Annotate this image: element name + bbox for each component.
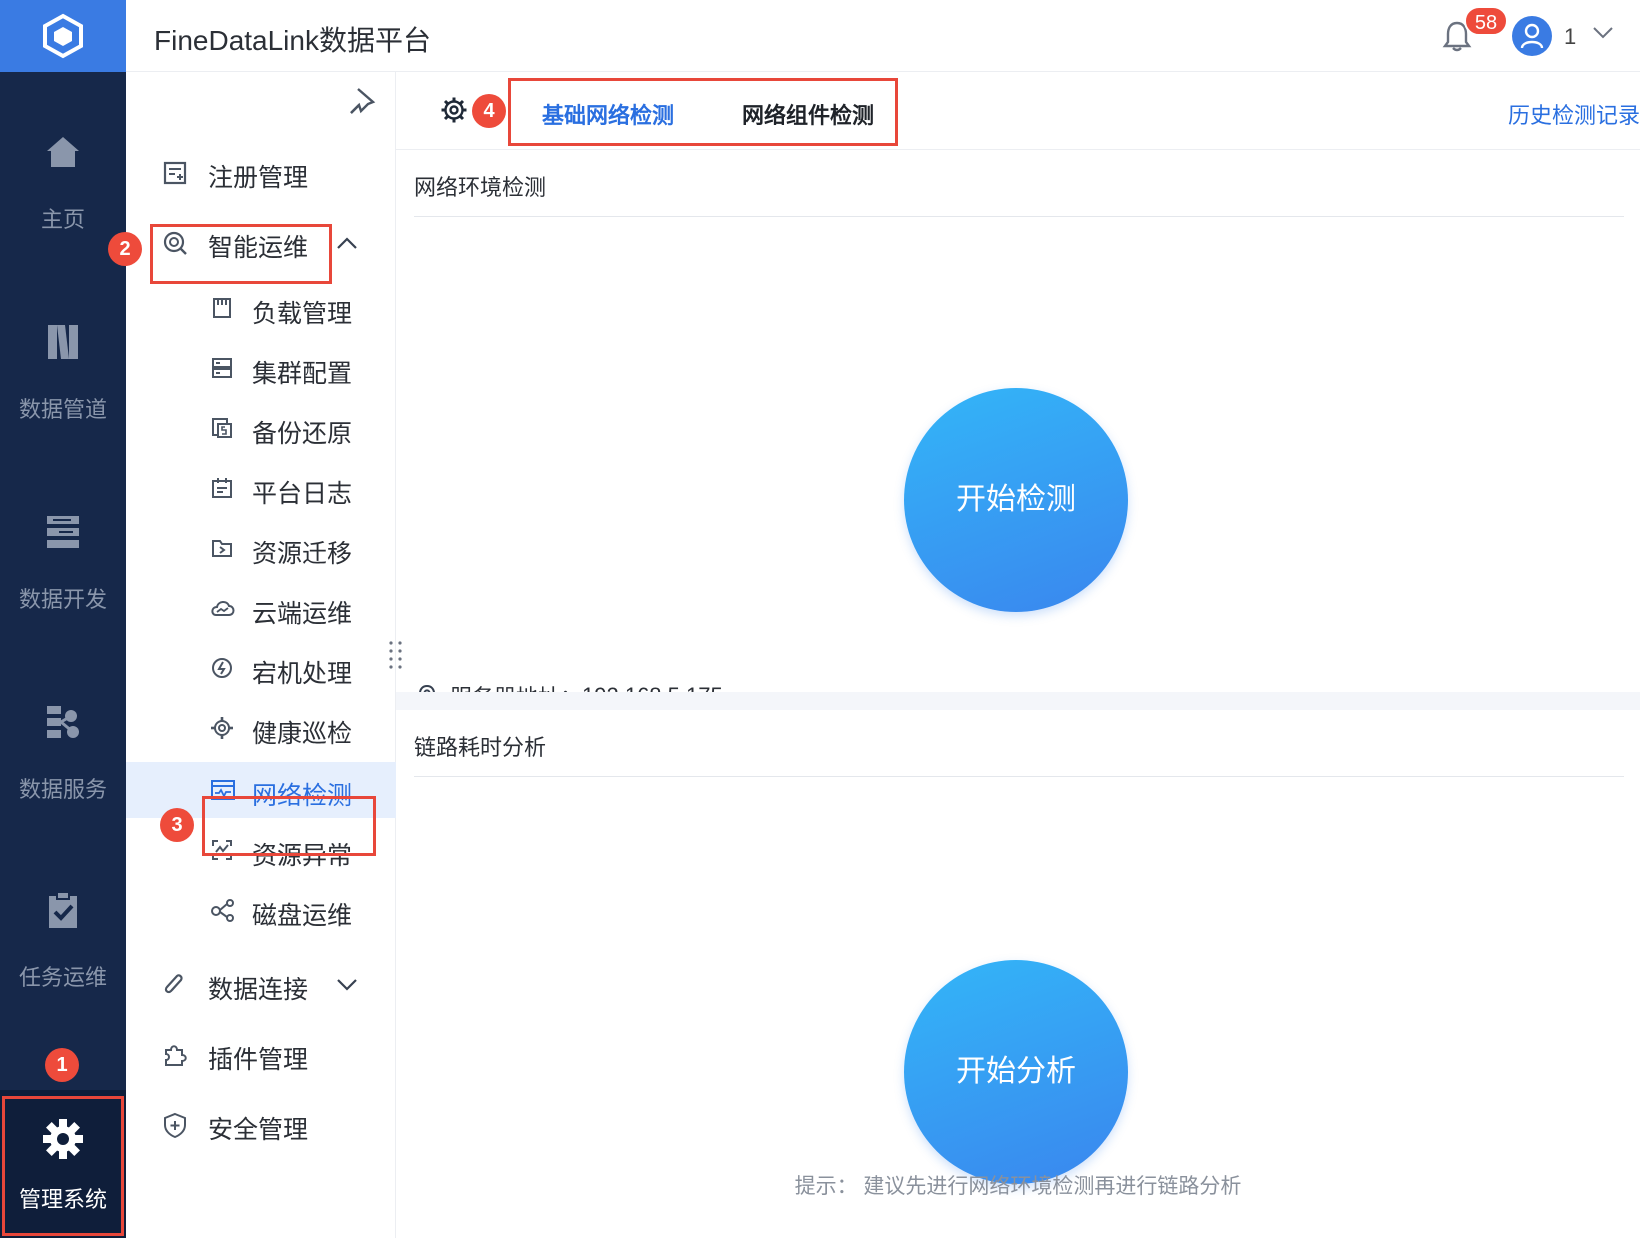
menu-sub-item-logs[interactable]: 平台日志 <box>126 460 396 516</box>
menu-item-label: 磁盘运维 <box>252 902 353 930</box>
annotation-marker: 3 <box>160 808 194 842</box>
menu-item-security[interactable]: 安全管理 <box>126 1096 396 1152</box>
app-logo[interactable] <box>0 0 126 72</box>
menu-item-data-connection[interactable]: 数据连接 <box>126 956 396 1012</box>
logo-icon <box>43 13 83 59</box>
menu-sub-item-disk[interactable]: 磁盘运维 <box>126 882 396 938</box>
menu-item-label: 健康巡检 <box>252 720 353 748</box>
settings-icon[interactable] <box>440 96 468 124</box>
annotation-box <box>150 224 332 284</box>
start-detection-button[interactable]: 开始检测 <box>904 388 1128 612</box>
menu-item-label: 安全管理 <box>208 1116 309 1144</box>
backup-icon <box>212 418 232 438</box>
data-service-icon <box>47 706 79 738</box>
history-link[interactable]: 历史检测记录 <box>1508 98 1640 130</box>
rail-item-task-ops[interactable]: 任务运维 <box>0 890 126 992</box>
hint-text: 提示： 建议先进行网络环境检测再进行链路分析 <box>794 1175 1242 1198</box>
shield-icon <box>164 1112 186 1138</box>
register-icon <box>163 161 187 185</box>
annotation-marker: 2 <box>108 232 142 266</box>
lightning-icon <box>212 658 232 678</box>
menu-sub-item-migration[interactable]: 资源迁移 <box>126 520 396 576</box>
rail-item-home[interactable]: 主页 <box>0 132 126 234</box>
paperclip-icon <box>164 974 183 994</box>
rail-label: 数据管道 <box>18 397 107 422</box>
rail-item-pipeline[interactable]: 数据管道 <box>0 322 126 424</box>
menu-sub-item-load[interactable]: 负载管理 <box>126 280 396 336</box>
pin-icon[interactable] <box>348 86 376 116</box>
pipeline-icon <box>48 325 78 359</box>
home-icon <box>47 137 79 167</box>
annotation-marker: 4 <box>472 94 506 128</box>
annotation-marker: 1 <box>45 1048 79 1082</box>
menu-item-label: 集群配置 <box>252 360 353 388</box>
notification-badge: 58 <box>1464 6 1508 36</box>
top-bar: FineDataLink数据平台 58 1 <box>126 0 1640 72</box>
menu-item-label: 注册管理 <box>208 164 309 192</box>
menu-item-label: 备份还原 <box>252 420 353 448</box>
menu-sub-item-crash[interactable]: 宕机处理 <box>126 640 396 696</box>
data-dev-icon <box>47 516 79 548</box>
calendar-icon <box>212 478 232 498</box>
link-latency-section: 链路耗时分析 开始分析 <box>396 710 1640 1238</box>
annotation-box <box>202 796 376 856</box>
menu-item-label: 宕机处理 <box>252 660 353 688</box>
menu-sub-item-cluster[interactable]: 集群配置 <box>126 340 396 396</box>
chevron-up-icon[interactable] <box>336 236 358 250</box>
cluster-icon <box>212 358 232 378</box>
rail-item-data-service[interactable]: 数据服务 <box>0 702 126 804</box>
cloud-icon <box>211 601 235 616</box>
menu-item-label: 数据连接 <box>208 976 309 1004</box>
rail-label: 主页 <box>40 207 85 232</box>
task-ops-icon <box>49 891 77 928</box>
settings-icon <box>211 717 233 739</box>
annotation-box <box>2 1096 124 1236</box>
section-title: 网络环境检测 <box>414 175 547 200</box>
chevron-down-icon[interactable] <box>336 978 358 992</box>
user-name[interactable]: 1 <box>1564 24 1576 50</box>
disk-ops-icon <box>211 899 234 922</box>
start-analysis-button[interactable]: 开始分析 <box>904 960 1128 1184</box>
divider <box>414 216 1624 217</box>
menu-item-label: 负载管理 <box>252 300 353 328</box>
menu-item-label: 平台日志 <box>252 480 353 508</box>
rail-label: 数据开发 <box>18 587 107 612</box>
avatar[interactable] <box>1512 16 1552 56</box>
section-gap <box>396 692 1640 710</box>
menu-sub-item-backup[interactable]: 备份还原 <box>126 400 396 456</box>
load-icon <box>213 298 231 318</box>
user-icon <box>1520 23 1544 49</box>
chevron-down-icon[interactable] <box>1592 26 1614 40</box>
migration-icon <box>212 540 232 557</box>
menu-sub-item-cloud[interactable]: 云端运维 <box>126 580 396 636</box>
annotation-box <box>508 78 898 146</box>
menu-item-plugin[interactable]: 插件管理 <box>126 1026 396 1082</box>
rail-item-data-dev[interactable]: 数据开发 <box>0 512 126 614</box>
rail-label: 任务运维 <box>18 965 107 990</box>
network-env-section: 网络环境检测 开始检测 服务器地址： 192.168.5.175 <box>396 150 1640 710</box>
resize-handle-icon[interactable] <box>388 640 404 670</box>
menu-sub-item-health[interactable]: 健康巡检 <box>126 700 396 756</box>
main-content: 4 基础网络检测 网络组件检测 历史检测记录 网络环境检测 开始检测 服务器地址… <box>396 72 1640 1238</box>
rail-label: 数据服务 <box>18 777 107 802</box>
menu-item-label: 插件管理 <box>208 1046 309 1074</box>
divider <box>414 776 1624 777</box>
puzzle-icon <box>165 1045 187 1066</box>
menu-item-label: 资源迁移 <box>252 540 353 568</box>
menu-item-label: 云端运维 <box>252 600 353 628</box>
section-title: 链路耗时分析 <box>414 735 547 760</box>
menu-item-register[interactable]: 注册管理 <box>126 144 396 200</box>
app-title: FineDataLink数据平台 <box>154 25 431 56</box>
